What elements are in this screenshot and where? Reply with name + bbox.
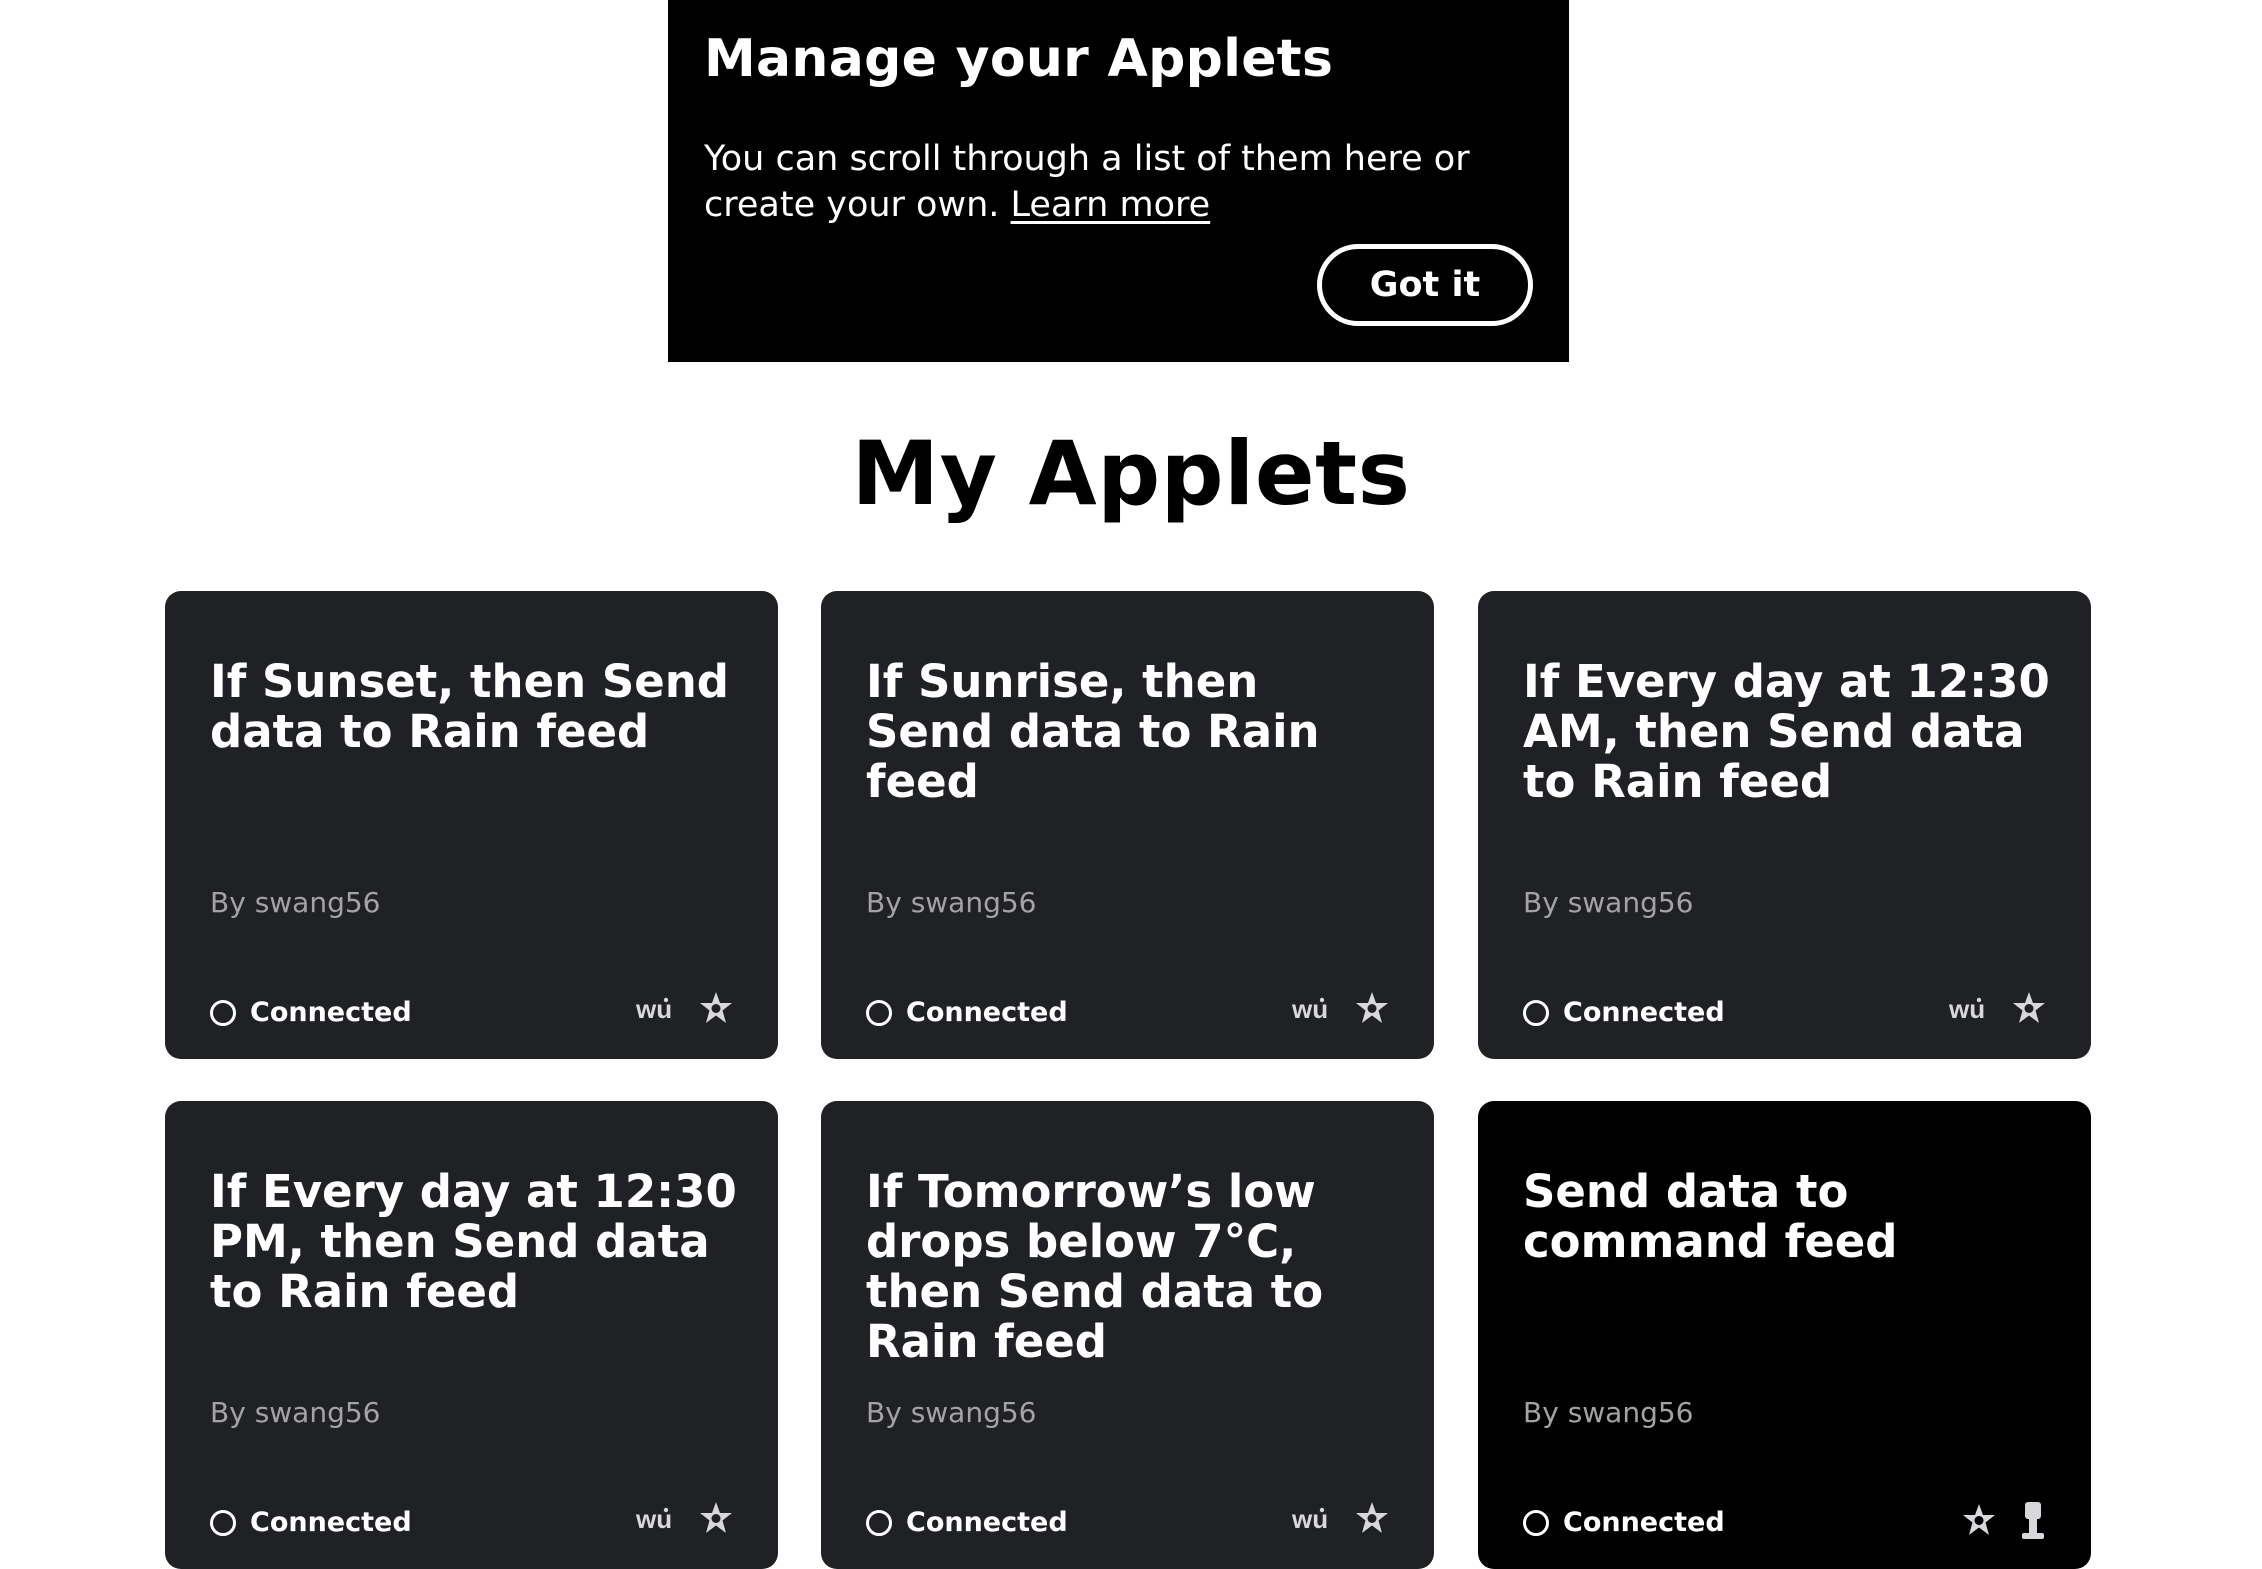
author-name[interactable]: swang56 xyxy=(255,886,381,919)
connection-status: Connected xyxy=(866,1507,1068,1538)
status-label: Connected xyxy=(1563,997,1725,1028)
applet-title: If Tomorrow’s low drops below 7°C, then … xyxy=(866,1165,1324,1368)
wu-icon-svg: wu xyxy=(636,996,672,1022)
adafruit-star-icon xyxy=(2011,991,2047,1027)
service-icons xyxy=(1961,1501,2047,1541)
applet-author: By swang56 xyxy=(1523,886,1693,919)
status-label: Connected xyxy=(1563,1507,1725,1538)
author-name[interactable]: swang56 xyxy=(1568,886,1694,919)
wu-icon: wu xyxy=(1949,996,1989,1022)
applet-author: By swang56 xyxy=(1523,1396,1693,1429)
applet-title: If Every day at 12:30 AM, then Send data… xyxy=(1523,655,2050,808)
connection-status: Connected xyxy=(210,1507,412,1538)
connection-status: Connected xyxy=(866,997,1068,1028)
adafruit-star-icon xyxy=(698,1501,734,1537)
author-name[interactable]: swang56 xyxy=(911,1396,1037,1429)
author-prefix: By xyxy=(210,1396,246,1429)
applet-card[interactable]: If Sunset, then Send data to Rain feed By… xyxy=(165,591,778,1059)
adafruit-star-icon xyxy=(1354,991,1390,1027)
author-prefix: By xyxy=(866,886,902,919)
service-icons: wu xyxy=(636,1501,734,1537)
service-icons: wu xyxy=(1949,991,2047,1027)
connection-status: Connected xyxy=(1523,997,1725,1028)
manage-applets-tooltip: Manage your Applets You can scroll throu… xyxy=(668,0,1569,362)
adafruit-star-icon xyxy=(1354,1501,1390,1537)
status-ring-icon xyxy=(1523,999,1549,1026)
adafruit-star-icon xyxy=(1961,1503,1997,1539)
author-name[interactable]: swang56 xyxy=(1568,1396,1694,1429)
status-ring-icon xyxy=(1523,1509,1549,1536)
page-title: My Applets xyxy=(851,422,1411,525)
author-name[interactable]: swang56 xyxy=(255,1396,381,1429)
wu-icon: wu xyxy=(636,996,676,1022)
applet-author: By swang56 xyxy=(866,886,1036,919)
connection-status: Connected xyxy=(1523,1507,1725,1538)
author-prefix: By xyxy=(1523,1396,1559,1429)
applet-card[interactable]: If Tomorrow’s low drops below 7°C, then … xyxy=(821,1101,1434,1569)
applet-author: By swang56 xyxy=(210,1396,380,1429)
wu-icon: wu xyxy=(636,1506,676,1532)
author-prefix: By xyxy=(210,886,246,919)
wu-icon-svg: wu xyxy=(1292,996,1328,1022)
applet-title: If Sunrise, then Send data to Rain feed xyxy=(866,655,1320,808)
applet-title: If Every day at 12:30 PM, then Send data… xyxy=(210,1165,737,1318)
applet-card[interactable]: Send data to command feed By swang56 Conne… xyxy=(1478,1101,2091,1569)
status-ring-icon xyxy=(210,999,236,1026)
applet-card[interactable]: If Every day at 12:30 AM, then Send data… xyxy=(1478,591,2091,1059)
status-ring-icon xyxy=(210,1509,236,1536)
adafruit-star-icon xyxy=(698,991,734,1027)
status-ring-icon xyxy=(866,999,892,1026)
applet-title: Send data to command feed xyxy=(1523,1165,1898,1268)
service-icons: wu xyxy=(1292,991,1390,1027)
applet-title: If Sunset, then Send data to Rain feed xyxy=(210,655,729,758)
wu-icon: wu xyxy=(1292,996,1332,1022)
status-label: Connected xyxy=(906,997,1068,1028)
service-icons: wu xyxy=(636,991,734,1027)
button-widget-icon xyxy=(2019,1501,2047,1541)
wu-icon-svg: wu xyxy=(1949,996,1985,1022)
wu-icon-svg: wu xyxy=(1292,1506,1328,1532)
status-label: Connected xyxy=(250,1507,412,1538)
applet-author: By swang56 xyxy=(210,886,380,919)
applet-card[interactable]: If Sunrise, then Send data to Rain feed B… xyxy=(821,591,1434,1059)
tooltip-title: Manage your Applets xyxy=(704,29,1334,89)
status-label: Connected xyxy=(250,997,412,1028)
tooltip-text: You can scroll through a list of them he… xyxy=(704,136,1544,228)
status-label: Connected xyxy=(906,1507,1068,1538)
learn-more-link[interactable]: Learn more xyxy=(1011,185,1211,225)
got-it-button[interactable]: Got it xyxy=(1317,244,1533,326)
connection-status: Connected xyxy=(210,997,412,1028)
wu-icon: wu xyxy=(1292,1506,1332,1532)
service-icons: wu xyxy=(1292,1501,1390,1537)
applet-card[interactable]: If Every day at 12:30 PM, then Send data… xyxy=(165,1101,778,1569)
author-prefix: By xyxy=(1523,886,1559,919)
applet-author: By swang56 xyxy=(866,1396,1036,1429)
author-prefix: By xyxy=(866,1396,902,1429)
status-ring-icon xyxy=(866,1509,892,1536)
wu-icon-svg: wu xyxy=(636,1506,672,1532)
author-name[interactable]: swang56 xyxy=(911,886,1037,919)
